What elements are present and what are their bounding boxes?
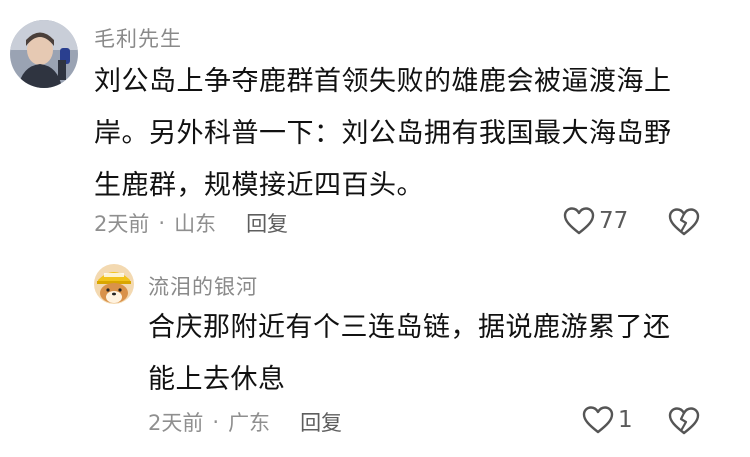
separator: ·	[212, 410, 220, 434]
username[interactable]: 毛利先生	[94, 23, 182, 53]
reply-button[interactable]: 回复	[246, 208, 288, 238]
heart-icon	[582, 406, 614, 434]
dislike-button[interactable]	[668, 207, 700, 237]
heart-icon	[563, 207, 595, 235]
shiba-dog-avatar-icon	[94, 264, 134, 304]
broken-heart-icon	[668, 407, 700, 435]
comment-meta: 2天前 · 广东 回复	[148, 407, 342, 437]
comment-line: 合庆那附近有个三连岛链，据说鹿游累了还	[148, 312, 671, 343]
separator: ·	[158, 211, 166, 235]
like-button[interactable]: 77	[563, 206, 628, 236]
comment-meta: 2天前 · 山东 回复	[94, 208, 288, 238]
timestamp: 2天前	[94, 212, 150, 236]
comment-text: 刘公岛上争夺鹿群首领失败的雄鹿会被逼渡海上 岸。另外科普一下：刘公岛拥有我国最大…	[94, 56, 734, 212]
avatar[interactable]	[10, 20, 78, 88]
location: 山东	[174, 212, 217, 236]
comment-line: 刘公岛上争夺鹿群首领失败的雄鹿会被逼渡海上	[94, 66, 672, 97]
comment-text: 合庆那附近有个三连岛链，据说鹿游累了还 能上去休息	[148, 302, 738, 406]
comment-line: 岸。另外科普一下：刘公岛拥有我国最大海岛野	[94, 118, 672, 149]
like-button[interactable]: 1	[582, 405, 633, 435]
broken-heart-icon	[668, 208, 700, 236]
location: 广东	[228, 411, 271, 435]
username[interactable]: 流泪的银河	[148, 271, 258, 301]
timestamp: 2天前	[148, 411, 204, 435]
like-count: 1	[618, 407, 633, 433]
comment-line: 能上去休息	[148, 364, 286, 395]
reply-button[interactable]: 回复	[300, 407, 342, 437]
dislike-button[interactable]	[668, 406, 700, 436]
avatar[interactable]	[94, 264, 134, 304]
comment-line: 生鹿群，规模接近四百头。	[94, 170, 424, 201]
person-avatar-icon	[10, 20, 78, 88]
like-count: 77	[599, 208, 629, 234]
